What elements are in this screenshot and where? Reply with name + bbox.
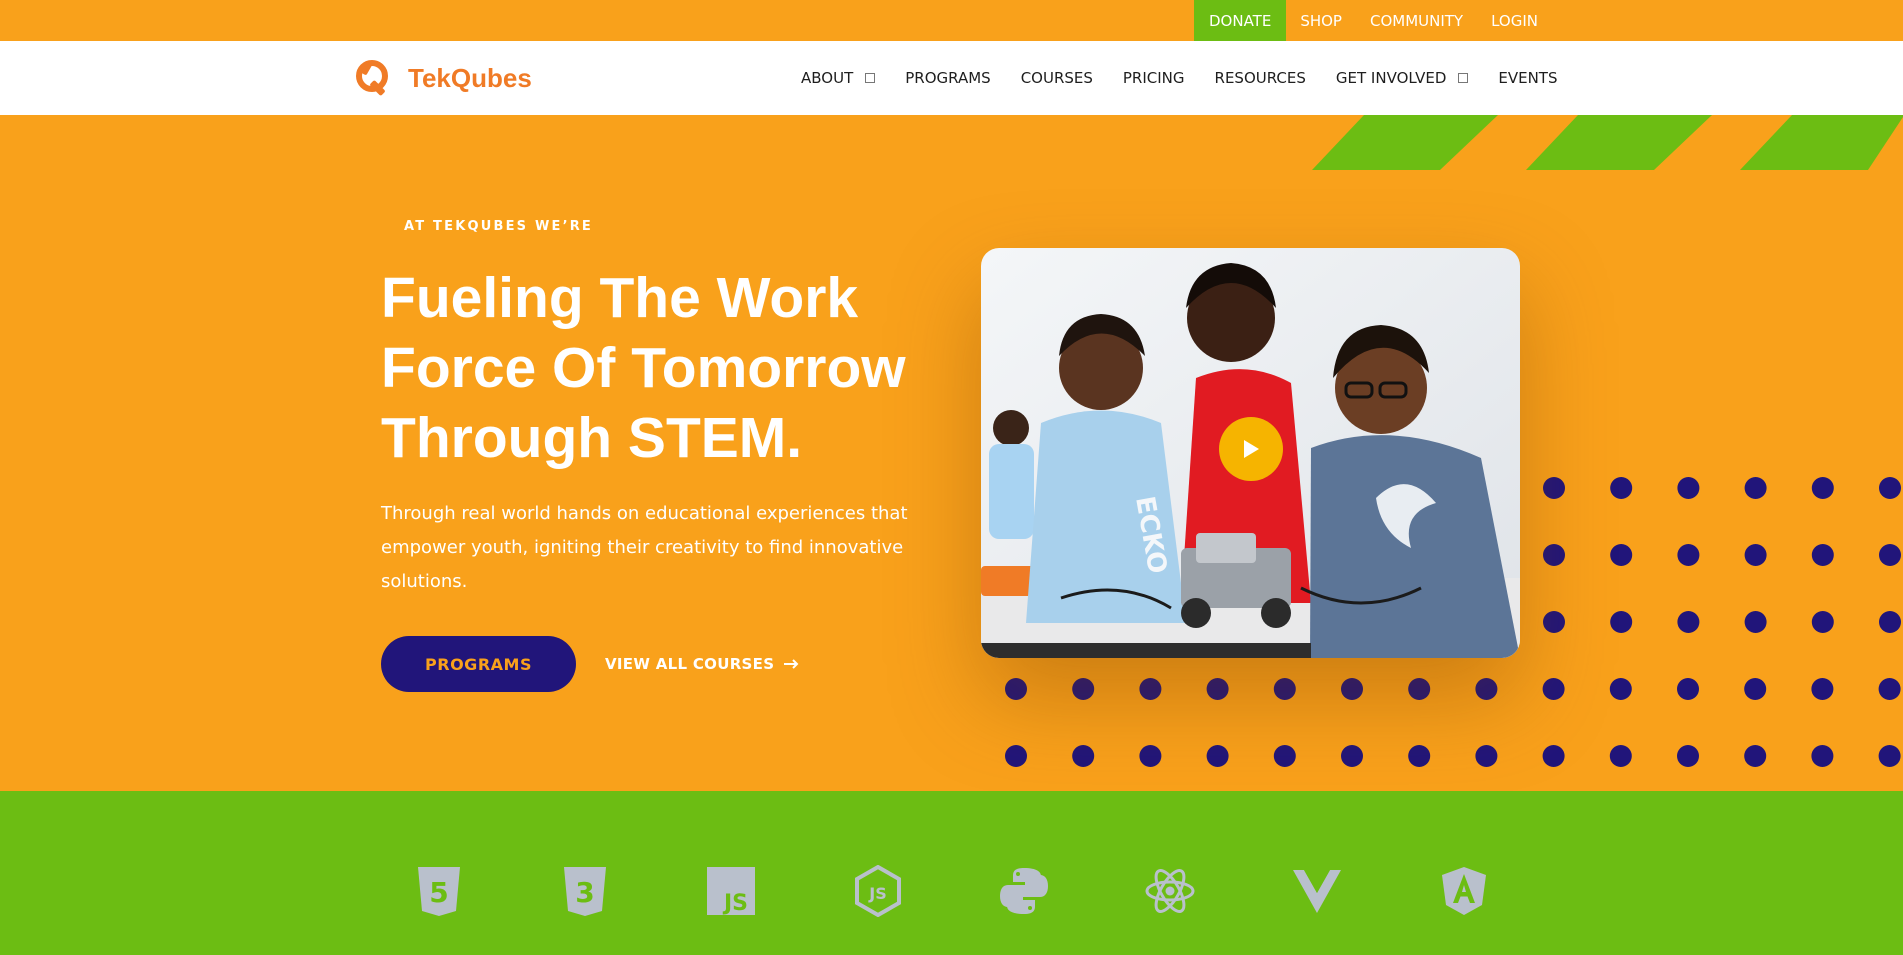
decorative-dot	[1811, 544, 1834, 566]
utility-links: DONATE SHOP COMMUNITY LOGIN	[1194, 0, 1552, 41]
hero-section: AT TEKQUBES WE’RE Fueling The Work Force…	[0, 115, 1903, 791]
main-nav: ABOUT PROGRAMS COURSES PRICING RESOURCES…	[801, 41, 1558, 115]
decorative-dot	[1610, 477, 1633, 499]
decorative-dot	[1005, 678, 1027, 700]
hero-subtext: Through real world hands on educational …	[381, 503, 908, 592]
decorative-dot	[1273, 745, 1296, 767]
decorative-stripes	[1312, 115, 1903, 170]
decorative-dot	[1878, 745, 1901, 767]
play-icon	[1244, 440, 1259, 458]
decorative-dot	[1677, 544, 1700, 566]
decorative-dot	[1744, 678, 1767, 700]
decorative-dot	[1879, 477, 1901, 499]
angular-icon	[1442, 867, 1486, 915]
nav-resources[interactable]: RESOURCES	[1215, 69, 1306, 87]
nav-pricing[interactable]: PRICING	[1123, 69, 1185, 87]
site-header: TekQubes ABOUT PROGRAMS COURSES PRICING …	[0, 41, 1903, 115]
decorative-dot	[1475, 745, 1498, 767]
decorative-dot	[1811, 611, 1834, 633]
logo-text: TekQubes	[408, 62, 532, 93]
decorative-dot	[1744, 611, 1767, 633]
technology-strip: 5 3 JS JS	[0, 791, 1903, 955]
logo-mark-icon	[356, 60, 388, 96]
css3-icon: 3	[564, 867, 606, 916]
decorative-dot	[1072, 678, 1095, 700]
decorative-dot	[1543, 611, 1565, 633]
javascript-icon: JS	[707, 867, 755, 916]
decorative-dot	[1677, 745, 1699, 767]
decorative-dot	[1206, 678, 1229, 700]
decorative-dot	[1139, 678, 1162, 700]
dropdown-caret-icon	[865, 73, 876, 83]
nav-about-label: ABOUT	[801, 69, 854, 87]
decorative-dot	[1677, 611, 1700, 633]
nav-events[interactable]: EVENTS	[1498, 69, 1557, 87]
decorative-dot	[1878, 678, 1901, 700]
react-icon	[1145, 869, 1195, 913]
dropdown-caret-icon	[1458, 73, 1469, 83]
shop-link[interactable]: SHOP	[1286, 0, 1356, 41]
nav-about[interactable]: ABOUT	[801, 69, 876, 87]
login-link[interactable]: LOGIN	[1477, 0, 1552, 41]
svg-text:JS: JS	[868, 884, 886, 903]
decorative-dot	[1811, 745, 1834, 767]
decorative-dot	[1543, 544, 1565, 566]
community-link[interactable]: COMMUNITY	[1356, 0, 1477, 41]
decorative-dot	[1677, 678, 1699, 700]
decorative-dot	[1879, 544, 1901, 566]
decorative-dot	[1677, 477, 1700, 499]
vue-icon	[1293, 870, 1341, 913]
decorative-dot	[1206, 745, 1229, 767]
decorative-dot	[1811, 477, 1834, 499]
video-thumbnail[interactable]: ECKO	[981, 248, 1520, 658]
decorative-dot	[1609, 678, 1632, 700]
donate-link[interactable]: DONATE	[1194, 0, 1287, 41]
decorative-dot-grid	[1005, 477, 1901, 767]
decorative-dot	[1744, 745, 1767, 767]
view-all-courses-label: VIEW ALL COURSES	[605, 655, 775, 673]
decorative-dot	[1072, 745, 1095, 767]
decorative-dot	[1879, 611, 1901, 633]
site-logo[interactable]: TekQubes	[354, 58, 532, 98]
nav-get-involved[interactable]: GET INVOLVED	[1335, 69, 1469, 87]
svg-text:3: 3	[575, 876, 594, 909]
svg-text:JS: JS	[722, 891, 748, 916]
decorative-dot	[1542, 678, 1565, 700]
programs-button[interactable]: PROGRAMS	[381, 636, 576, 692]
decorative-dot	[1542, 745, 1565, 767]
hero-headline: Fueling The Work Force Of Tomorrow Throu…	[381, 266, 906, 470]
decorative-dot	[1408, 745, 1431, 767]
play-video-button[interactable]	[1219, 417, 1283, 481]
decorative-dot	[1610, 611, 1633, 633]
decorative-dot	[1408, 678, 1431, 700]
view-all-courses-link[interactable]: VIEW ALL COURSES	[605, 655, 800, 673]
decorative-dot	[1273, 678, 1296, 700]
decorative-dot	[1341, 745, 1363, 767]
decorative-dot	[1475, 678, 1498, 700]
utility-bar: DONATE SHOP COMMUNITY LOGIN	[0, 0, 1903, 41]
nodejs-icon: JS	[855, 865, 901, 917]
decorative-dot	[1744, 477, 1767, 499]
decorative-dot	[1139, 745, 1162, 767]
nav-courses[interactable]: COURSES	[1021, 69, 1093, 87]
python-icon	[1000, 868, 1048, 914]
hero-eyebrow: AT TEKQUBES WE’RE	[404, 219, 594, 234]
decorative-dot	[1744, 544, 1767, 566]
decorative-dot	[1609, 745, 1632, 767]
svg-text:5: 5	[429, 876, 448, 909]
decorative-dot	[1005, 745, 1027, 767]
html5-icon: 5	[418, 867, 460, 916]
decorative-dot	[1543, 477, 1565, 499]
nav-get-involved-label: GET INVOLVED	[1335, 69, 1447, 87]
nav-programs[interactable]: PROGRAMS	[905, 69, 990, 87]
decorative-dot	[1811, 678, 1834, 700]
decorative-dot	[1341, 678, 1363, 700]
decorative-dot	[1610, 544, 1633, 566]
arrow-right-icon	[784, 659, 799, 669]
